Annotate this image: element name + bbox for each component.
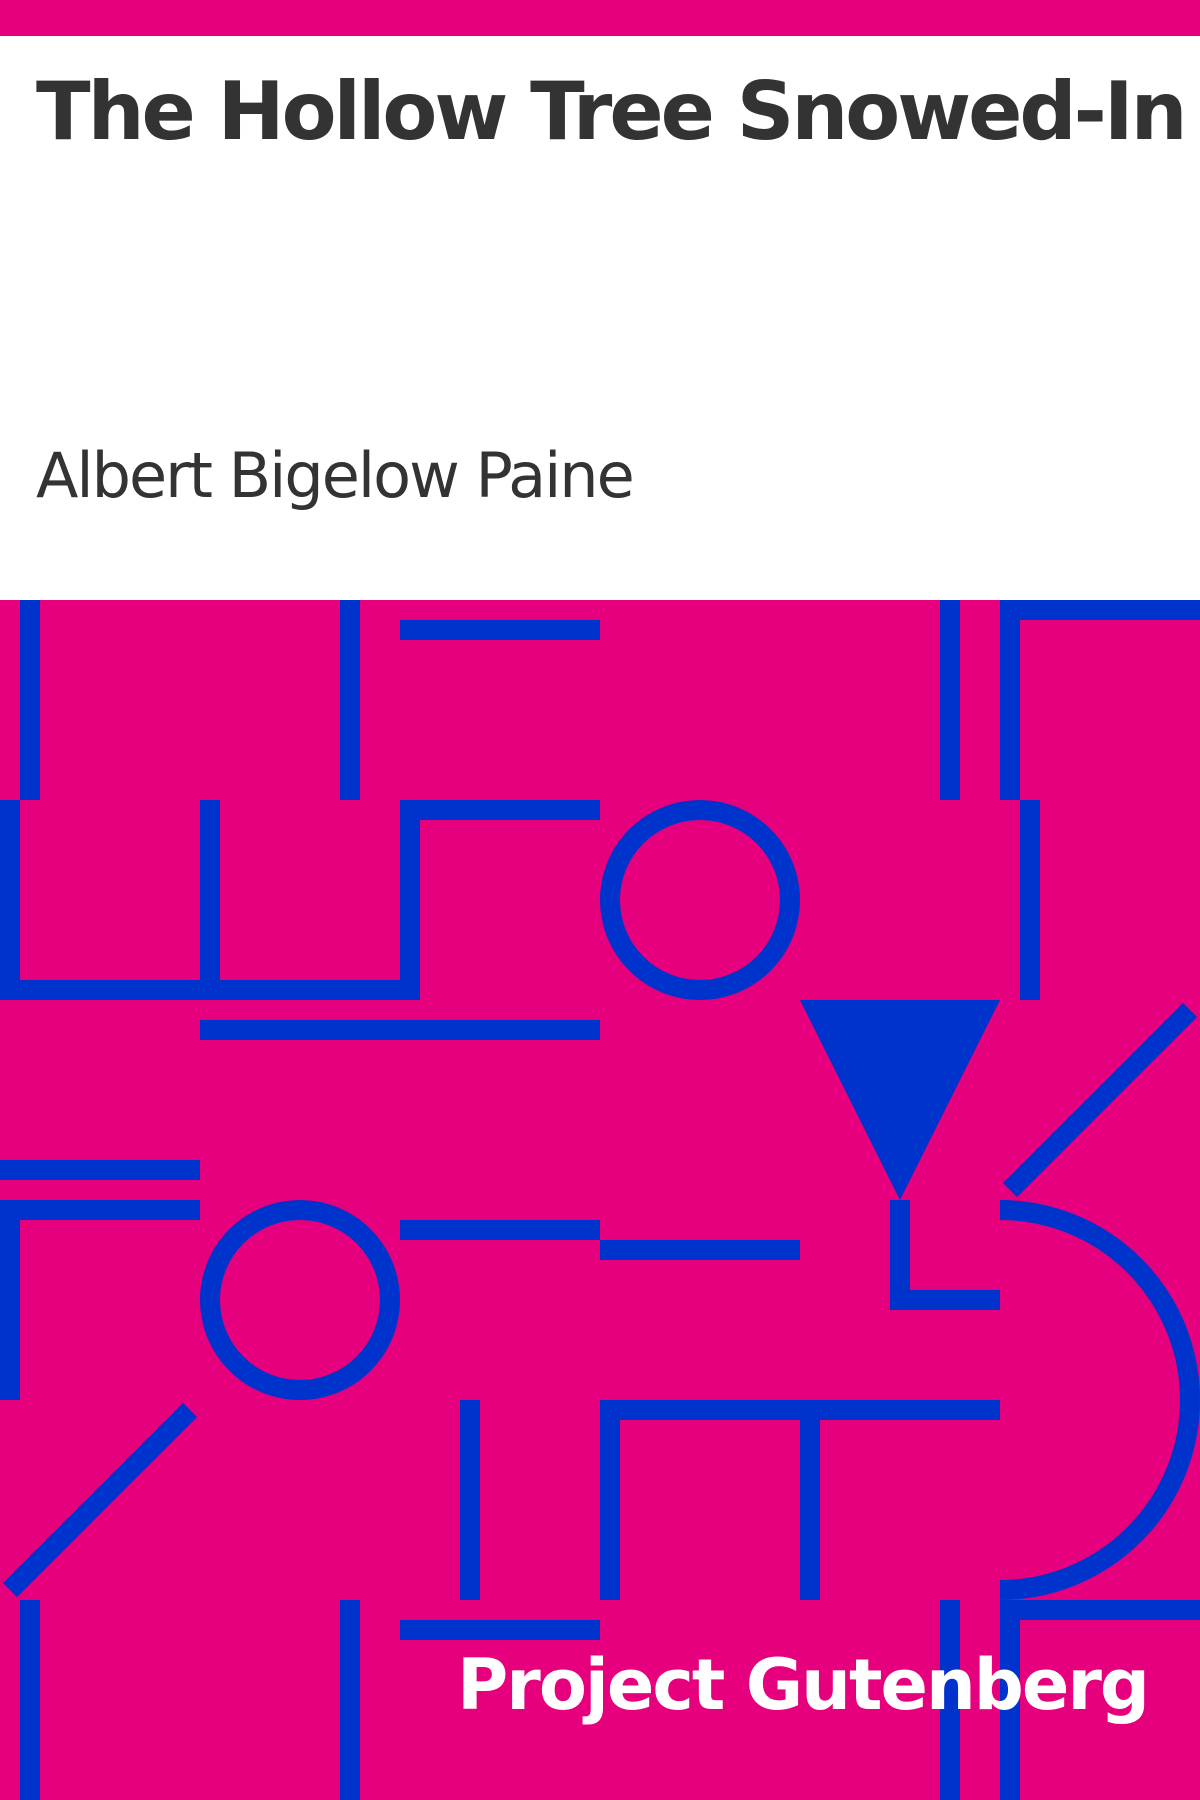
book-author: Albert Bigelow Paine xyxy=(36,439,635,512)
book-cover: The Hollow Tree Snowed-In Book Albert Bi… xyxy=(0,0,1200,1800)
book-title: The Hollow Tree Snowed-In Book xyxy=(36,65,1200,158)
cover-pattern xyxy=(0,600,1200,1800)
publisher-name: Project Gutenberg xyxy=(457,1644,1150,1726)
top-color-bar xyxy=(0,0,1200,36)
